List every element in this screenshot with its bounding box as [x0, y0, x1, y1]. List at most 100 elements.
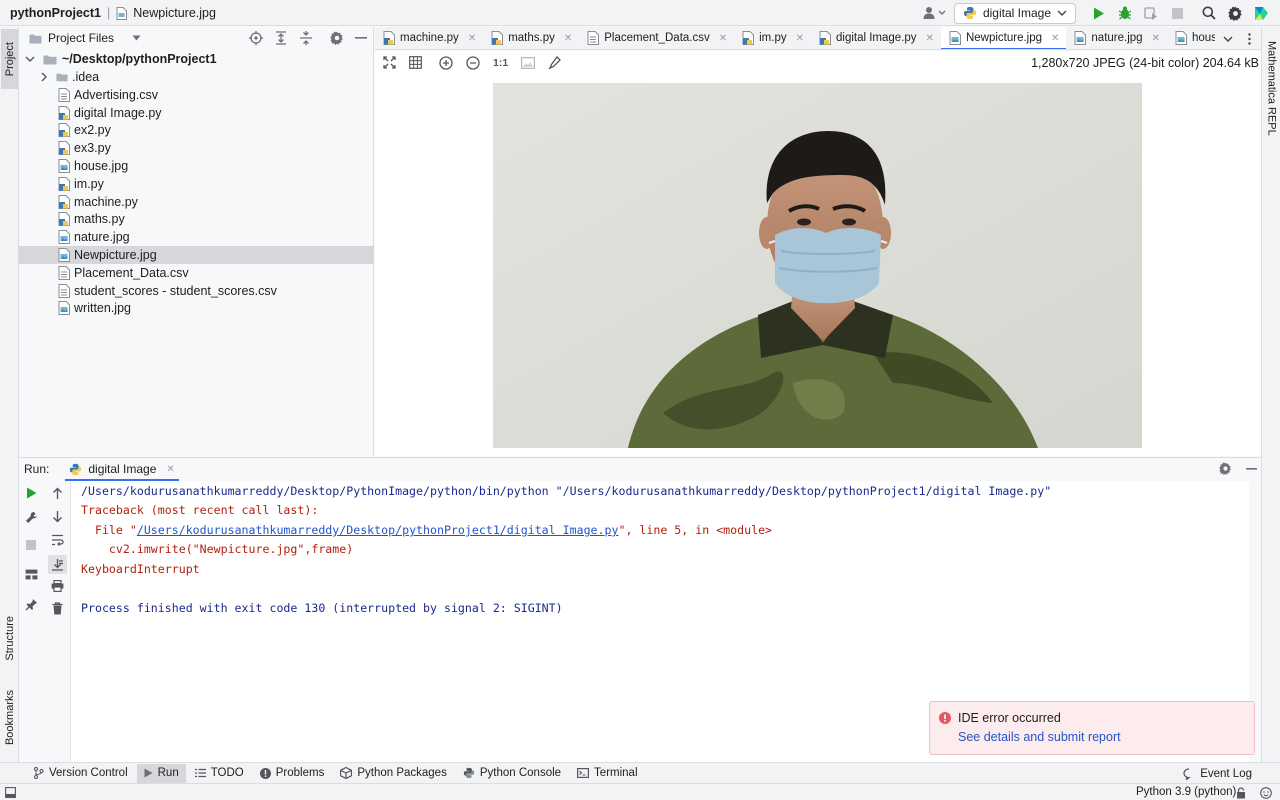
editor-tab[interactable]: machine.py ✕: [375, 27, 483, 49]
layout-icon[interactable]: [25, 569, 38, 580]
zoom-out-icon[interactable]: [466, 55, 480, 70]
tree-file[interactable]: written.jpg: [19, 299, 374, 317]
jetbrains-logo-icon[interactable]: [1250, 2, 1272, 24]
trash-icon[interactable]: [52, 602, 63, 615]
tree-folder[interactable]: .idea: [19, 68, 374, 86]
editor-tab[interactable]: Newpicture.jpg ✕: [940, 27, 1067, 49]
run-icon: [144, 768, 153, 778]
tree-file[interactable]: nature.jpg: [19, 228, 374, 246]
terminal-icon: [577, 768, 590, 778]
project-view-selector[interactable]: Project Files: [48, 31, 114, 45]
tree-item-label: house.jpg: [74, 159, 129, 173]
lock-icon[interactable]: [1236, 787, 1246, 799]
expand-all-icon[interactable]: [274, 31, 288, 45]
tree-root[interactable]: ~/Desktop/pythonProject1: [19, 50, 374, 68]
close-icon[interactable]: ✕: [468, 33, 476, 44]
tree-file[interactable]: digital Image.py: [19, 104, 374, 122]
chevron-right-icon: [41, 72, 47, 82]
see-details-link[interactable]: See details and submit report: [958, 730, 1121, 744]
close-icon[interactable]: ✕: [166, 464, 174, 475]
soft-wrap-icon[interactable]: [51, 534, 64, 546]
run-icon[interactable]: [1088, 2, 1110, 24]
gear-icon[interactable]: [1219, 462, 1232, 475]
more-options-icon[interactable]: [1248, 32, 1251, 45]
branch-icon: [33, 767, 44, 779]
arrow-down-icon[interactable]: [52, 510, 63, 523]
locate-file-icon[interactable]: [249, 31, 263, 45]
bottom-tab[interactable]: Terminal: [570, 764, 644, 783]
tree-file[interactable]: ex2.py: [19, 121, 374, 139]
structure-tool-tab[interactable]: Structure: [1, 607, 18, 669]
editor-tab[interactable]: Placement_Data.csv ✕: [579, 27, 734, 49]
close-icon[interactable]: ✕: [796, 33, 804, 44]
bottom-tab[interactable]: Python Console: [456, 764, 568, 783]
project-tool-tab[interactable]: Project: [1, 29, 18, 89]
tree-file[interactable]: maths.py: [19, 210, 374, 228]
image-info: 1,280x720 JPEG (24-bit color) 204.64 kB: [1031, 56, 1259, 70]
settings-gear-icon[interactable]: [1224, 2, 1246, 24]
close-icon[interactable]: ✕: [719, 33, 727, 44]
tree-file[interactable]: im.py: [19, 175, 374, 193]
image-viewer-toolbar: 1:1 1,280x720 JPEG (24-bit color) 204.64…: [375, 51, 1261, 74]
tree-file[interactable]: Placement_Data.csv: [19, 264, 374, 282]
scroll-to-end-toggle[interactable]: [48, 555, 67, 574]
debug-icon[interactable]: [1114, 2, 1136, 24]
close-icon[interactable]: ✕: [1152, 33, 1160, 44]
color-picker-icon[interactable]: [548, 56, 562, 69]
stop-icon[interactable]: [1166, 2, 1188, 24]
grid-icon[interactable]: [409, 56, 422, 69]
bottom-tab[interactable]: TODO: [188, 764, 251, 783]
breadcrumb-project[interactable]: pythonProject1: [10, 6, 101, 20]
tree-file[interactable]: Newpicture.jpg: [19, 246, 374, 264]
actual-size-button[interactable]: 1:1: [493, 57, 508, 69]
toggle-tool-windows-icon[interactable]: [5, 787, 16, 798]
wrench-icon[interactable]: [25, 511, 38, 524]
gear-icon[interactable]: [330, 31, 344, 45]
bottom-tab[interactable]: Problems: [253, 764, 332, 783]
run-tab-digital-image[interactable]: digital Image ✕: [65, 458, 180, 481]
editor-tab[interactable]: nature.jpg ✕: [1066, 27, 1167, 49]
tree-file[interactable]: house.jpg: [19, 157, 374, 175]
close-icon[interactable]: ✕: [926, 33, 934, 44]
interpreter-selector[interactable]: Python 3.9 (python): [1136, 786, 1236, 798]
fit-zoom-icon[interactable]: [383, 56, 396, 69]
editor-tab[interactable]: maths.py ✕: [483, 27, 579, 49]
user-icon[interactable]: [920, 2, 950, 24]
rerun-icon[interactable]: [26, 487, 37, 499]
bottom-tab-label: Problems: [275, 767, 325, 779]
close-icon[interactable]: ✕: [1051, 33, 1059, 44]
tree-file[interactable]: ex3.py: [19, 139, 374, 157]
zoom-in-icon[interactable]: [439, 55, 453, 70]
ide-error-notification[interactable]: IDE error occurred See details and submi…: [929, 701, 1255, 755]
print-icon[interactable]: [51, 580, 64, 592]
bookmarks-tool-tab[interactable]: Bookmarks: [1, 682, 18, 754]
breadcrumb-file[interactable]: Newpicture.jpg: [133, 6, 216, 20]
coverage-icon[interactable]: [1140, 2, 1162, 24]
hide-panel-icon[interactable]: [355, 37, 367, 39]
collapse-all-icon[interactable]: [299, 31, 313, 45]
bottom-tab[interactable]: Python Packages: [333, 764, 454, 783]
close-icon[interactable]: ✕: [564, 33, 572, 44]
tree-file[interactable]: Advertising.csv: [19, 86, 374, 104]
arrow-up-icon[interactable]: [52, 487, 63, 500]
bottom-tab[interactable]: Version Control: [26, 764, 135, 783]
folder-icon: [56, 73, 68, 82]
background-icon[interactable]: [521, 56, 536, 69]
pin-icon[interactable]: [25, 598, 38, 611]
tree-file[interactable]: machine.py: [19, 193, 374, 211]
face-icon[interactable]: [1260, 787, 1272, 799]
bottom-tab[interactable]: Run: [136, 763, 186, 783]
run-config-selector[interactable]: digital Image: [953, 2, 1076, 24]
tree-file[interactable]: student_scores - student_scores.csv: [19, 282, 374, 300]
tabs-chevron-down-icon[interactable]: [1223, 36, 1233, 42]
mathematica-repl-tab[interactable]: Mathematica REPL: [1263, 33, 1280, 143]
hide-panel-icon[interactable]: [1246, 467, 1257, 470]
event-log-tab[interactable]: Event Log: [1183, 764, 1252, 783]
stop-icon[interactable]: [26, 540, 36, 550]
bottom-tab-label: Run: [157, 767, 179, 779]
traceback-file-link[interactable]: /Users/kodurusanathkumarreddy/Desktop/py…: [137, 523, 619, 537]
search-icon[interactable]: [1198, 2, 1220, 24]
editor-tab[interactable]: digital Image.py ✕: [811, 27, 941, 49]
bottom-tab-label: Version Control: [49, 767, 128, 779]
editor-tab[interactable]: im.py ✕: [734, 27, 811, 49]
